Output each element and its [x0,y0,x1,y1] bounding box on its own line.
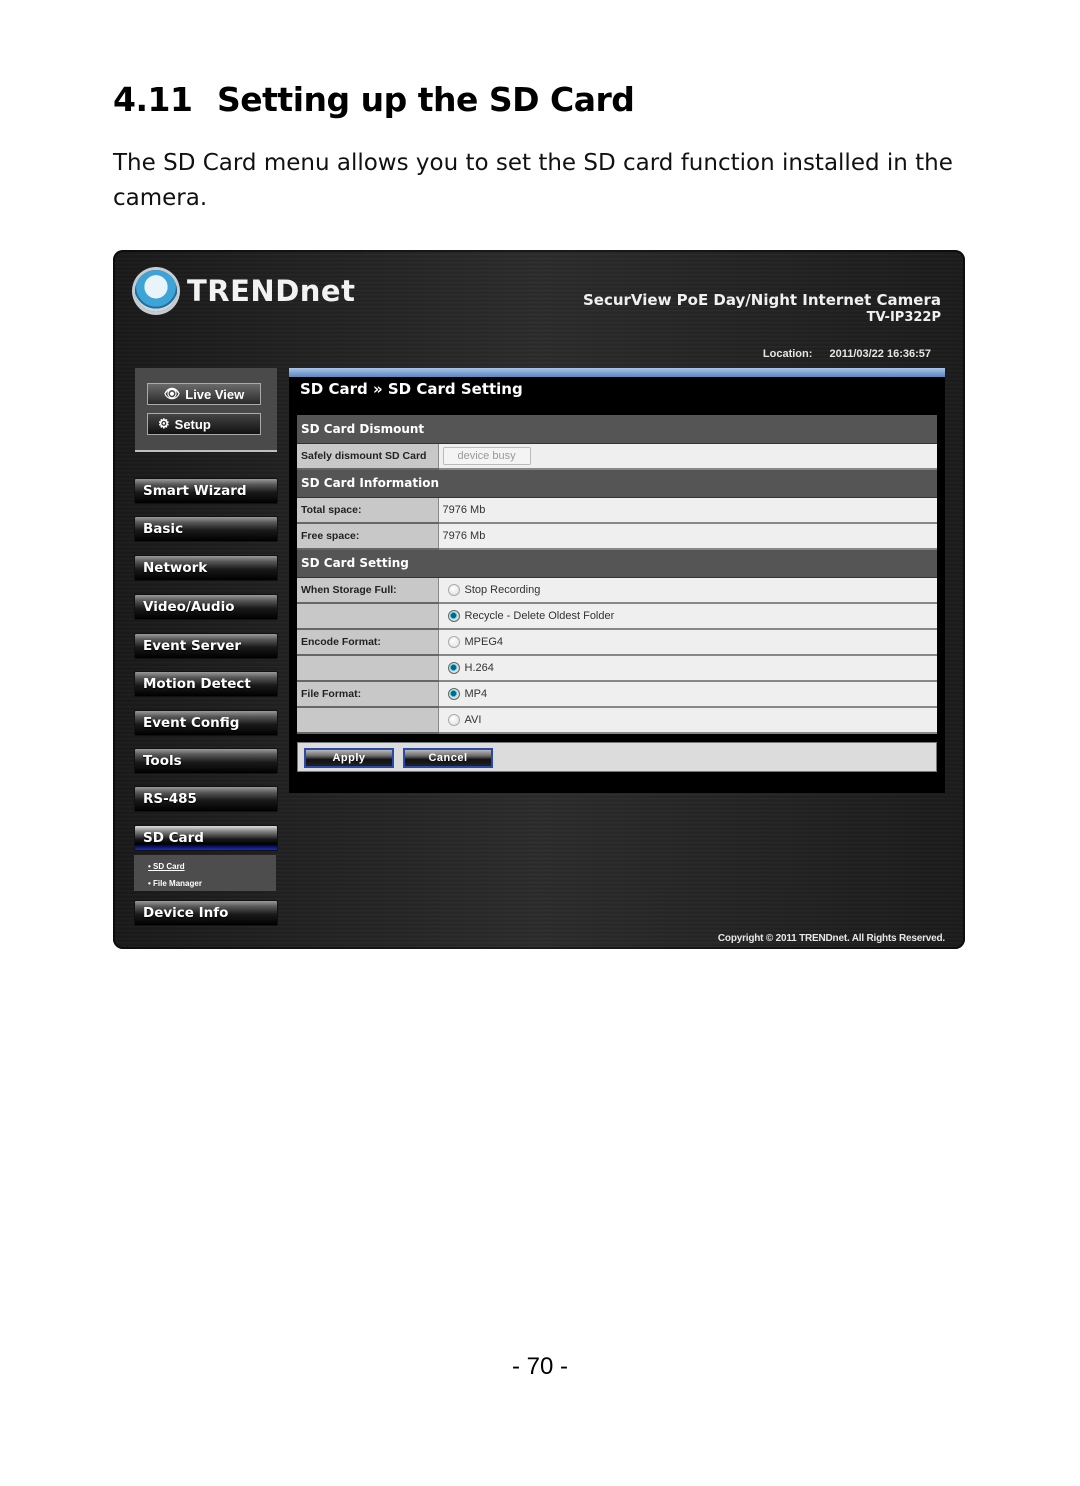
information-title: SD Card Information [297,469,937,498]
storage-full-label: When Storage Full: [297,577,439,604]
file-format-label: File Format: [297,681,439,708]
table-row: Safely dismount SD Card device busy [297,443,937,470]
table-row: Free space: 7976 Mb [297,523,937,550]
table-row: File Format: MP4 [297,681,937,708]
stop-recording-label: Stop Recording [464,583,541,596]
section-header-setting: SD Card Setting [297,549,937,578]
radio-avi[interactable] [447,714,460,727]
location-label: Location: [762,348,813,360]
encode-format-label: Encode Format: [297,629,439,656]
globe-logo-icon [135,270,177,312]
sd-card-settings-table: SD Card Dismount Safely dismount SD Card… [297,415,937,734]
live-view-label: Live View [185,386,245,402]
apply-button[interactable]: Apply [304,748,394,768]
breadcrumb: SD Card » SD Card Setting [300,380,523,398]
table-row: Encode Format: MPEG4 [297,629,937,656]
empty-label [297,655,439,682]
radio-h264[interactable] [447,662,460,675]
logo-text: TRENDnet [187,274,356,308]
device-busy-button[interactable]: device busy [442,446,531,465]
section-number: 4.11 [113,80,193,119]
encode-option-h264[interactable]: H.264 [438,655,937,682]
table-row: Total space: 7976 Mb [297,497,937,524]
product-title: SecurView PoE Day/Night Internet Camera [582,291,941,309]
gears-icon: ⚙ [158,416,170,431]
sidebar-item-network[interactable]: Network [134,555,278,581]
intro-paragraph: The SD Card menu allows you to set the S… [113,150,953,211]
sidebar-item-device-info[interactable]: Device Info [134,900,278,926]
location-datetime: 2011/03/22 16:36:57 [829,348,931,360]
mpeg4-label: MPEG4 [464,636,504,649]
file-option-mp4[interactable]: MP4 [438,681,937,708]
camera-web-ui-screenshot: TRENDnet SecurView PoE Day/Night Interne… [113,250,965,949]
section-header-dismount: SD Card Dismount [297,415,937,444]
setting-title: SD Card Setting [297,549,937,578]
submenu-item-file-manager[interactable]: • File Manager [148,879,202,888]
submenu-item-sd-card[interactable]: • SD Card [148,862,185,871]
dismount-title: SD Card Dismount [297,415,937,444]
dismount-cell: device busy [438,443,937,470]
storage-full-option-recycle[interactable]: Recycle - Delete Oldest Folder [438,603,937,630]
page-number: - 70 - [511,1353,568,1380]
sidebar-item-rs485[interactable]: RS-485 [134,786,278,812]
radio-recycle[interactable] [447,610,460,623]
section-title: Setting up the SD Card [217,80,635,119]
copyright-text: Copyright © 2011 TRENDnet. All Rights Re… [717,933,945,944]
setup-label: Setup [174,416,211,432]
button-bar: Apply Cancel [297,742,937,772]
radio-stop-recording[interactable] [447,583,460,596]
dismount-label: Safely dismount SD Card [297,443,439,470]
trendnet-logo: TRENDnet [135,270,355,312]
sidebar-item-basic[interactable]: Basic [134,516,278,542]
sidebar-item-smart-wizard[interactable]: Smart Wizard [134,478,278,504]
section-heading: 4.11 Setting up the SD Card [113,80,635,119]
location-bar: Location: 2011/03/22 16:36:57 [763,348,931,360]
product-model: TV-IP322P [866,310,941,325]
sidebar-item-event-server[interactable]: Event Server [134,633,278,659]
section-header-information: SD Card Information [297,469,937,498]
content-top-bar [289,368,945,377]
cancel-button[interactable]: Cancel [403,748,493,768]
table-row: AVI [297,707,937,734]
table-row: When Storage Full: Stop Recording [297,577,937,604]
sidebar-item-event-config[interactable]: Event Config [134,710,278,736]
sidebar-item-sd-card[interactable]: SD Card [134,825,278,851]
total-space-label: Total space: [297,497,439,524]
recycle-label: Recycle - Delete Oldest Folder [464,610,615,623]
sidebar-item-tools[interactable]: Tools [134,748,278,774]
top-nav: 👁 Live View ⚙ Setup [135,368,277,452]
live-view-button[interactable]: 👁 Live View [147,383,261,405]
file-option-avi[interactable]: AVI [438,707,937,734]
empty-label [297,707,439,734]
setup-button[interactable]: ⚙ Setup [147,413,261,435]
h264-label: H.264 [464,662,494,675]
storage-full-option-stop[interactable]: Stop Recording [438,577,937,604]
table-row: Recycle - Delete Oldest Folder [297,603,937,630]
mp4-label: MP4 [464,688,488,701]
radio-mp4[interactable] [447,688,460,701]
total-space-value: 7976 Mb [438,497,937,524]
content-panel: SD Card » SD Card Setting SD Card Dismou… [289,368,945,793]
sidebar-item-video-audio[interactable]: Video/Audio [134,594,278,620]
free-space-label: Free space: [297,523,439,550]
submenu-sd-card-label: SD Card [153,862,185,871]
free-space-value: 7976 Mb [438,523,937,550]
radio-mpeg4[interactable] [447,636,460,649]
sidebar-item-motion-detect[interactable]: Motion Detect [134,671,278,697]
eye-icon: 👁 [163,386,181,401]
sd-card-submenu: • SD Card • File Manager [134,855,276,891]
submenu-file-manager-label: File Manager [153,879,202,888]
table-row: H.264 [297,655,937,682]
empty-label [297,603,439,630]
avi-label: AVI [464,714,482,727]
encode-option-mpeg4[interactable]: MPEG4 [438,629,937,656]
